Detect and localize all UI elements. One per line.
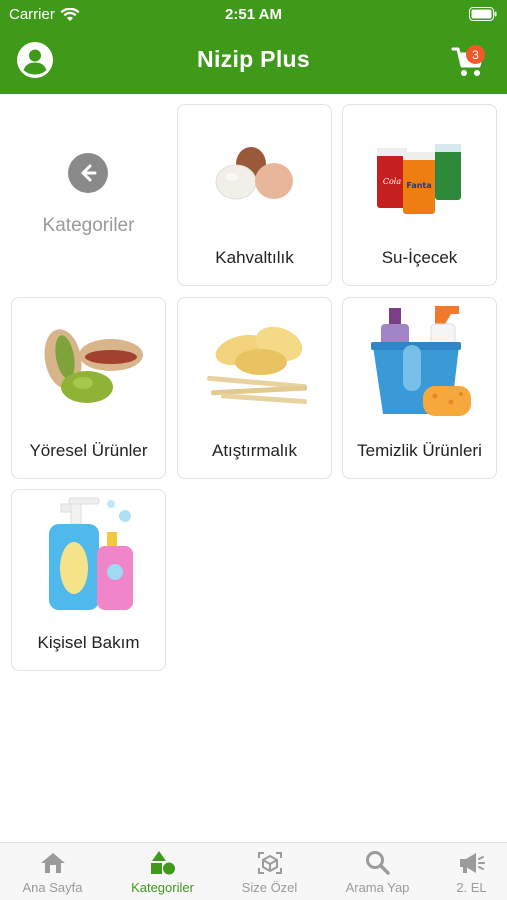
chips-icon bbox=[178, 312, 333, 422]
battery-icon bbox=[469, 7, 497, 25]
arrow-left-icon bbox=[68, 153, 108, 193]
category-label: Kişisel Bakım bbox=[37, 633, 140, 652]
search-icon bbox=[365, 851, 390, 875]
category-card-su-icecek[interactable]: Cola Fanta Su-İçecek bbox=[342, 104, 497, 286]
tab-kategoriler[interactable]: Kategoriler bbox=[112, 843, 213, 900]
house-icon bbox=[40, 853, 65, 873]
tab-arama-yap[interactable]: Arama Yap bbox=[327, 843, 428, 900]
category-card-kisisel-bakim[interactable]: Kişisel Bakım bbox=[11, 489, 166, 671]
category-card-kahvaltilik[interactable]: Kahvaltılık bbox=[177, 104, 332, 286]
eggs-icon bbox=[178, 119, 333, 229]
pistachio-icon bbox=[12, 312, 167, 422]
category-card-yoresel-urunler[interactable]: Yöresel Ürünler bbox=[11, 297, 166, 479]
cart-count-badge: 3 bbox=[466, 45, 485, 64]
back-label: Kategoriler bbox=[42, 215, 135, 236]
svg-text:Cola: Cola bbox=[382, 177, 400, 186]
bottom-tab-bar: Ana Sayfa Kategoriler Size Özel Arama Ya… bbox=[0, 842, 507, 900]
box-icon bbox=[257, 852, 282, 874]
tab-label: Kategoriler bbox=[131, 880, 194, 895]
cleaning-icon bbox=[343, 300, 498, 422]
megaphone-icon bbox=[459, 853, 485, 873]
category-label: Yöresel Ürünler bbox=[29, 441, 148, 460]
category-label: Atıştırmalık bbox=[211, 441, 297, 460]
app-header-background: Carrier 2:51 AM Nizip Plus 3 bbox=[0, 0, 507, 94]
status-bar: Carrier 2:51 AM bbox=[0, 0, 507, 28]
tab-ana-sayfa[interactable]: Ana Sayfa bbox=[2, 843, 103, 900]
tab-label: Ana Sayfa bbox=[22, 880, 83, 895]
svg-text:Fanta: Fanta bbox=[406, 181, 431, 190]
category-label: Su-İçecek bbox=[381, 248, 458, 267]
nav-header: Nizip Plus 3 bbox=[0, 28, 507, 94]
category-label: Temizlik Ürünleri bbox=[357, 441, 482, 460]
tab-size-ozel[interactable]: Size Özel bbox=[219, 843, 320, 900]
shapes-icon bbox=[150, 851, 175, 875]
tab-label: 2. EL bbox=[456, 880, 487, 895]
category-card-temizlik-urunleri[interactable]: Temizlik Ürünleri bbox=[342, 297, 497, 479]
tab-2-el[interactable]: 2. EL bbox=[421, 843, 507, 900]
drinks-icon: Cola Fanta bbox=[343, 119, 498, 229]
page-title: Nizip Plus bbox=[197, 46, 310, 72]
shampoo-icon bbox=[12, 492, 167, 614]
category-label: Kahvaltılık bbox=[215, 248, 294, 267]
tab-label: Arama Yap bbox=[345, 880, 410, 895]
cart-button[interactable]: 3 bbox=[451, 42, 491, 78]
tab-label: Size Özel bbox=[241, 880, 298, 895]
category-card-atistirmalik[interactable]: Atıştırmalık bbox=[177, 297, 332, 479]
back-to-categories[interactable]: Kategoriler bbox=[11, 104, 166, 286]
status-time: 2:51 AM bbox=[225, 6, 282, 23]
